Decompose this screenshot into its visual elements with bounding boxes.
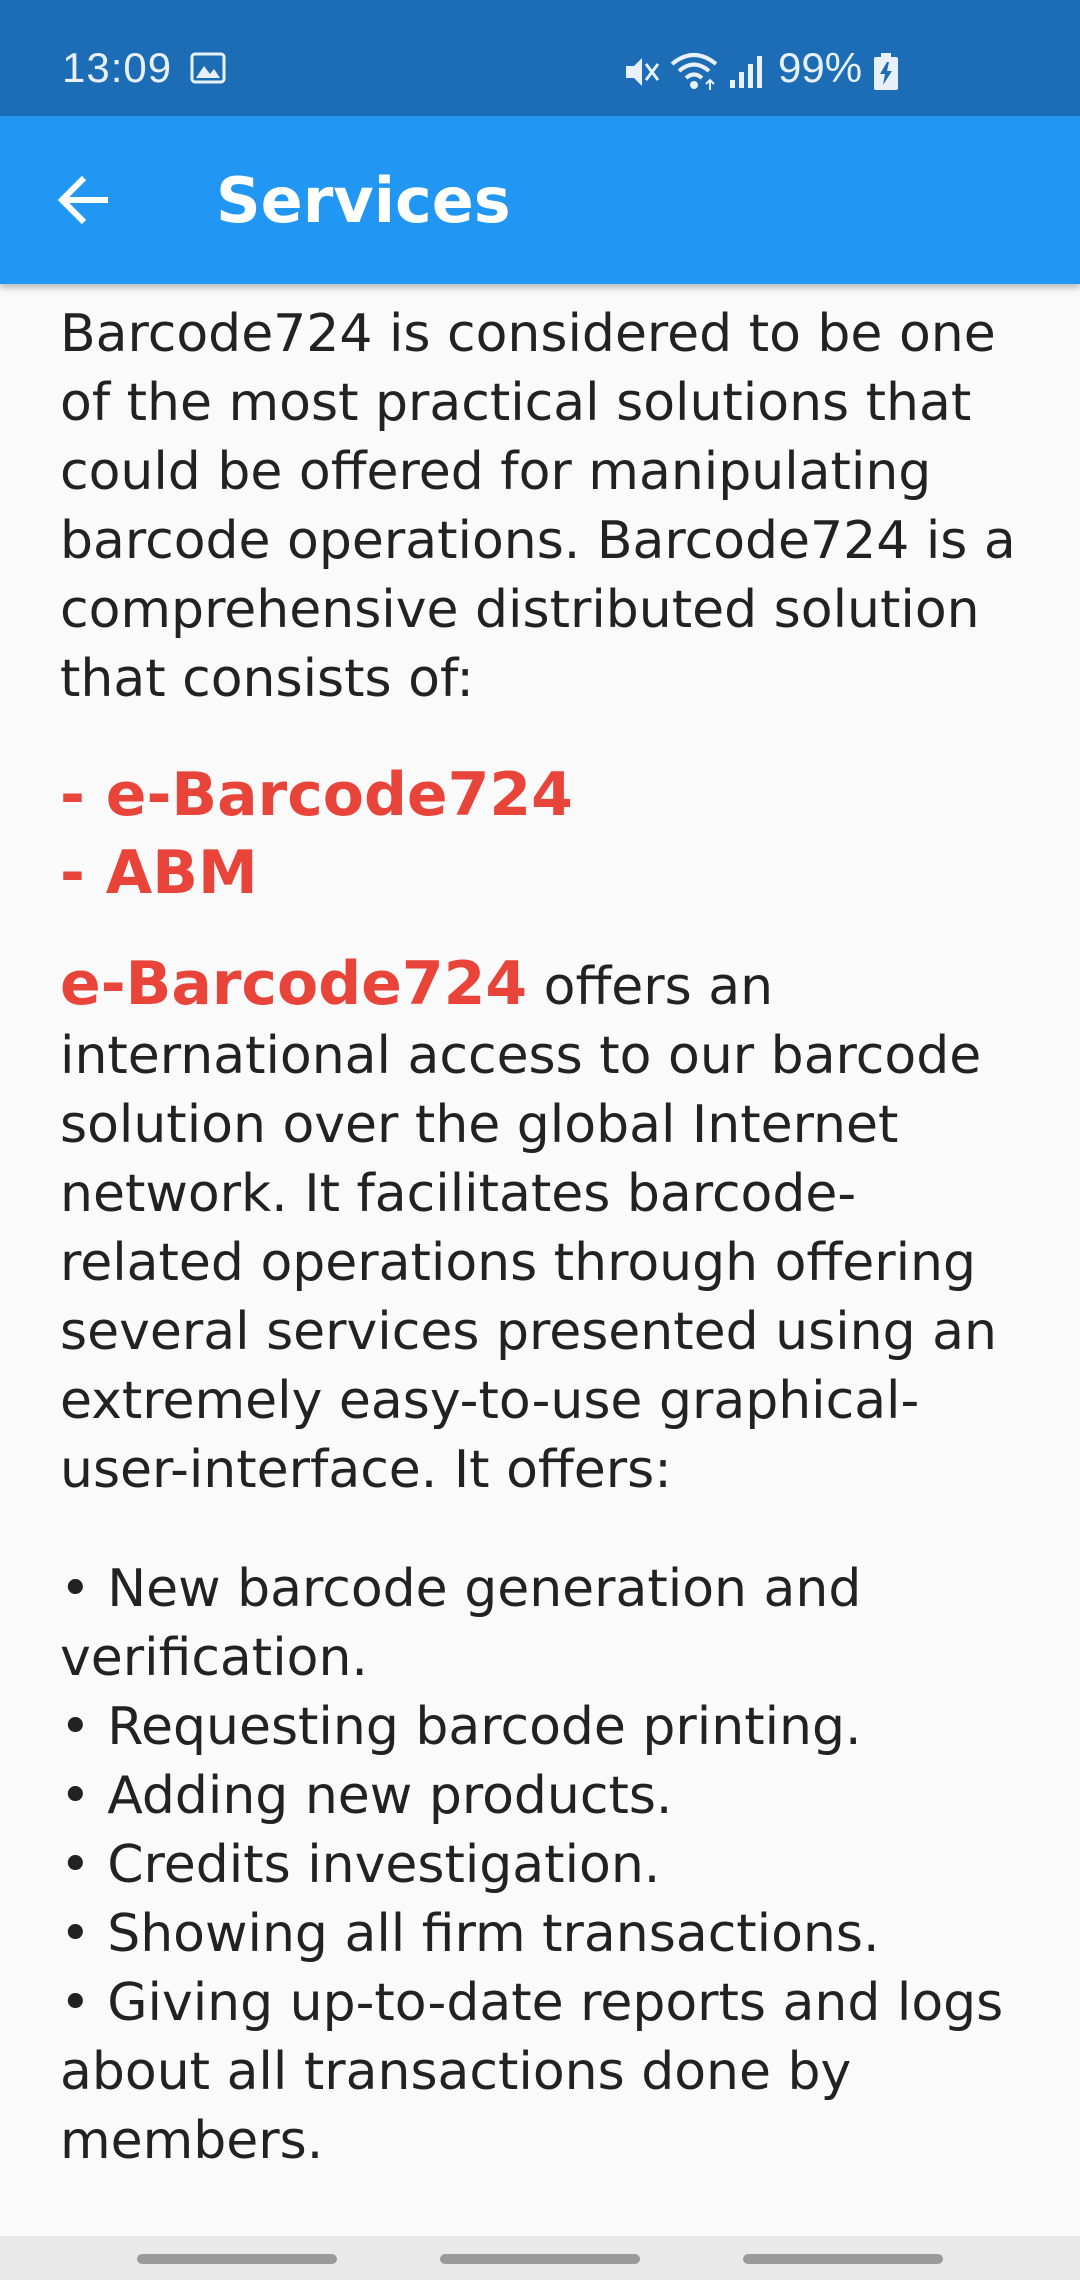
offer-item: • Credits investigation. bbox=[60, 1835, 661, 1895]
components-list: - e-Barcode724 - ABM bbox=[60, 756, 1030, 912]
page-title: Services bbox=[216, 164, 511, 237]
component-item: - ABM bbox=[60, 838, 258, 908]
battery-charging-icon bbox=[874, 53, 898, 90]
intro-paragraph: Barcode724 is considered to be one of th… bbox=[60, 304, 1016, 709]
home-button[interactable] bbox=[440, 2254, 640, 2264]
offer-item: • Showing all firm transactions. bbox=[60, 1904, 880, 1964]
offer-item: • Giving up-to-date reports and logs abo… bbox=[60, 1973, 1004, 2171]
component-item: - e-Barcode724 bbox=[60, 760, 573, 830]
back-button[interactable] bbox=[36, 156, 132, 244]
status-time: 13:09 bbox=[62, 44, 173, 91]
navigation-bar bbox=[0, 2236, 1080, 2280]
services-content: Barcode724 is considered to be one of th… bbox=[60, 300, 1030, 2176]
ebarcode-name: e-Barcode724 bbox=[60, 949, 528, 1019]
wifi-icon bbox=[670, 53, 718, 90]
offer-item: • New barcode generation and verificatio… bbox=[60, 1559, 862, 1688]
status-bar: 13:09 99% bbox=[0, 0, 1080, 116]
ebarcode-description: offers an international access to our ba… bbox=[60, 957, 997, 1500]
offer-item: • Adding new products. bbox=[60, 1766, 673, 1826]
recent-apps-button[interactable] bbox=[137, 2254, 337, 2264]
mute-icon bbox=[626, 58, 660, 86]
app-bar: Services bbox=[0, 116, 1080, 284]
battery-percentage: 99% bbox=[778, 44, 863, 91]
signal-icon bbox=[730, 56, 762, 88]
offers-list: • New barcode generation and verificatio… bbox=[60, 1555, 1030, 2176]
ebarcode-paragraph: e-Barcode724 offers an international acc… bbox=[60, 950, 1030, 1505]
offer-item: • Requesting barcode printing. bbox=[60, 1697, 862, 1757]
gallery-icon bbox=[190, 52, 226, 84]
back-nav-button[interactable] bbox=[743, 2254, 943, 2264]
arrow-back-icon bbox=[57, 175, 108, 225]
